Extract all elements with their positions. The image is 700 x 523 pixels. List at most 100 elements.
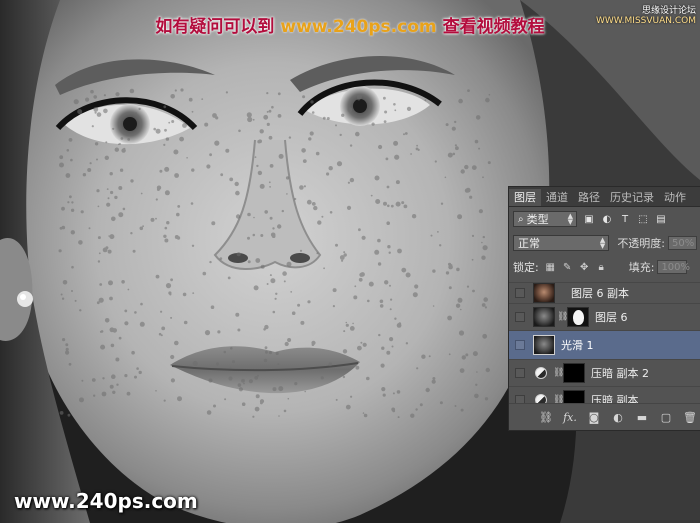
corner-watermark-line1: 思缘设计论坛 — [641, 6, 696, 16]
layer-row[interactable]: ⛓︎ 图层 6 — [509, 303, 700, 330]
freckle — [247, 260, 251, 264]
freckle — [126, 391, 131, 396]
freckle — [174, 235, 179, 239]
freckle — [416, 367, 419, 370]
freckle — [447, 315, 452, 321]
freckle — [186, 157, 188, 159]
layer-row-selected[interactable]: 光滑 1 — [509, 330, 700, 359]
new-layer-icon[interactable]: ▢ — [659, 411, 673, 424]
freckle — [96, 112, 102, 117]
image-filter-icon[interactable]: ▣ — [583, 213, 595, 225]
freckle — [349, 326, 355, 331]
freckle — [215, 362, 220, 366]
freckle — [260, 264, 265, 269]
visibility-toggle[interactable] — [515, 312, 525, 322]
freckle — [257, 374, 259, 377]
freckle — [78, 240, 83, 245]
freckle — [357, 345, 362, 351]
layer-mask-thumbnail[interactable] — [567, 307, 589, 327]
layer-mask-thumbnail[interactable] — [563, 363, 585, 383]
freckle — [70, 208, 75, 212]
tab-history[interactable]: 历史记录 — [605, 189, 659, 206]
lock-move-icon[interactable]: ✥ — [579, 262, 590, 273]
freckle — [98, 252, 101, 255]
smart-object-filter-icon[interactable]: ▤ — [655, 213, 667, 225]
add-mask-icon[interactable]: ◙ — [587, 411, 601, 424]
opacity-input[interactable]: 50% — [668, 236, 697, 250]
freckle — [155, 128, 161, 134]
freckle — [374, 249, 380, 255]
freckle — [134, 311, 137, 314]
new-group-icon[interactable]: ▬ — [635, 411, 649, 424]
freckle — [237, 328, 241, 332]
freckle — [380, 363, 385, 368]
shape-filter-icon[interactable]: ⬚ — [637, 213, 649, 225]
freckle — [455, 303, 461, 308]
fill-input[interactable]: 100% — [657, 260, 690, 274]
link-layers-icon[interactable]: ⛓︎ — [539, 411, 553, 424]
freckle — [89, 162, 92, 165]
freckle — [290, 291, 293, 293]
layer-filter-select[interactable]: ⌕ 类型 ▲ ▼ — [513, 211, 577, 227]
freckle — [347, 107, 353, 113]
mask-link-icon[interactable]: ⛓︎ — [557, 312, 568, 322]
freckle — [416, 144, 418, 147]
freckle — [269, 186, 271, 188]
freckle — [170, 94, 175, 99]
freckle — [469, 195, 473, 199]
new-adjustment-icon[interactable]: ◐ — [611, 411, 625, 424]
freckle — [124, 309, 128, 313]
freckle — [225, 148, 230, 153]
freckle — [74, 299, 77, 302]
freckle — [247, 116, 253, 123]
freckle — [58, 249, 62, 253]
freckle — [62, 338, 66, 342]
freckle — [358, 277, 363, 282]
tab-channels[interactable]: 通道 — [541, 189, 573, 206]
freckle — [247, 236, 250, 240]
freckle — [248, 379, 253, 384]
freckle — [444, 176, 447, 179]
mask-link-icon[interactable]: ⛓︎ — [553, 368, 564, 378]
freckle — [259, 129, 264, 134]
freckle — [81, 379, 84, 382]
freckle — [231, 360, 236, 364]
freckle — [183, 320, 188, 325]
tab-layers[interactable]: 图层 — [509, 189, 541, 206]
freckle — [274, 297, 277, 300]
freckle — [68, 362, 72, 366]
freckle — [393, 103, 396, 106]
tab-paths[interactable]: 路径 — [573, 189, 605, 206]
visibility-toggle[interactable] — [515, 340, 525, 350]
freckle — [461, 355, 466, 360]
freckle — [247, 212, 251, 217]
blend-mode-select[interactable]: 正常 ▲ ▼ — [513, 235, 610, 251]
banner-url[interactable]: www.240ps.com — [280, 17, 436, 37]
layer-row[interactable]: ⛓︎ 压暗 副本 2 — [509, 359, 700, 386]
freckle — [225, 91, 228, 94]
blend-mode-value: 正常 — [518, 237, 540, 250]
lock-brush-icon[interactable]: ✎ — [562, 262, 573, 273]
freckle — [439, 244, 442, 247]
type-filter-icon[interactable]: T — [619, 213, 631, 225]
lock-all-icon[interactable]: 🔒︎ — [596, 262, 607, 273]
lock-transparency-icon[interactable]: ▦ — [545, 262, 556, 273]
trash-icon[interactable]: 🗑︎ — [683, 411, 697, 424]
freckle — [349, 177, 355, 183]
freckle — [241, 378, 245, 383]
freckle — [355, 365, 360, 370]
freckle — [283, 409, 287, 413]
freckle — [177, 205, 181, 208]
freckle — [220, 173, 224, 177]
freckle — [191, 244, 195, 247]
freckle — [313, 205, 318, 211]
layer-row[interactable]: 图层 6 副本 — [509, 282, 700, 303]
layer-style-button[interactable]: fx. — [563, 411, 577, 424]
freckle — [350, 395, 353, 398]
tab-actions[interactable]: 动作 — [659, 189, 691, 206]
visibility-toggle[interactable] — [515, 368, 525, 378]
freckle — [432, 269, 436, 273]
freckle — [264, 324, 269, 330]
visibility-toggle[interactable] — [515, 288, 525, 298]
adjustment-filter-icon[interactable]: ◐ — [601, 213, 613, 225]
